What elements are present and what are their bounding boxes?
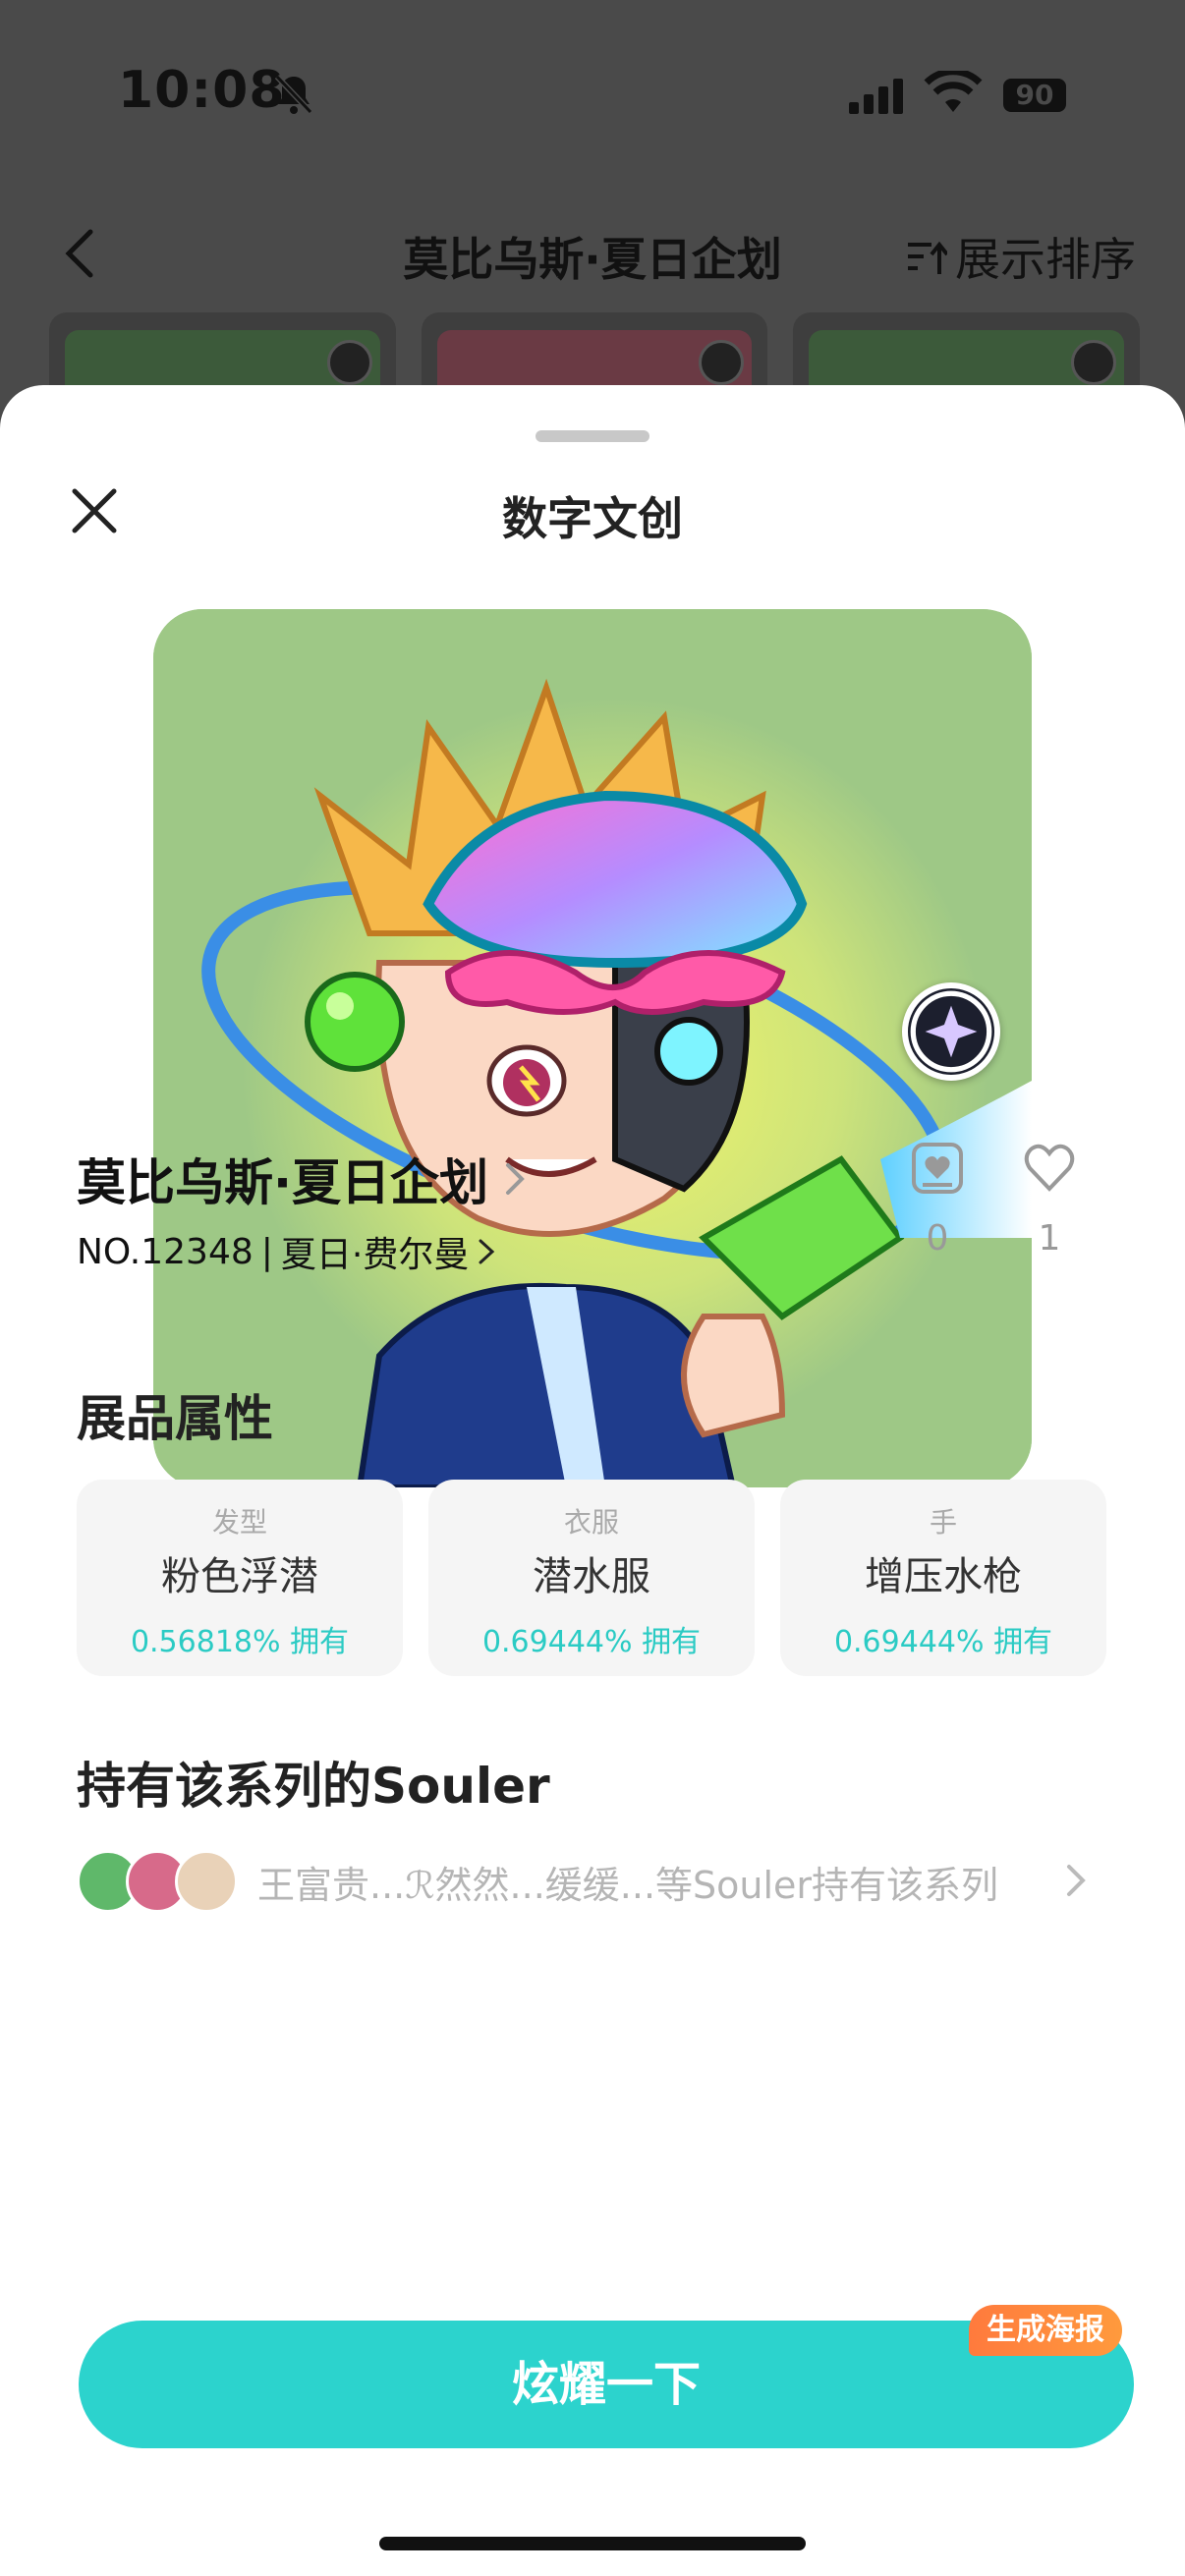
holder-avatars (77, 1850, 244, 1913)
attribute-owned: 拥有 (642, 1625, 702, 1659)
attribute-name: 手 (929, 1506, 957, 1539)
wifi-icon (924, 71, 983, 112)
attribute-name: 衣服 (563, 1506, 619, 1539)
attribute-rate-value: 0.69444% (481, 1625, 633, 1659)
sparkle-badge-icon (902, 982, 1000, 1081)
attribute-card[interactable]: 手 增压水枪 0.69444% 拥有 (780, 1480, 1106, 1676)
generate-poster-badge[interactable]: 生成海报 (969, 2305, 1122, 2356)
sort-button[interactable]: 展示排序 (906, 224, 1136, 289)
attribute-rate: 0.56818% 拥有 (77, 1617, 403, 1660)
collect-stat[interactable]: 0 (898, 1140, 977, 1259)
nav-bar: 莫比乌斯·夏日企划 展示排序 (0, 206, 1185, 295)
item-edition: 夏日·费尔曼 (280, 1235, 470, 1275)
sort-label: 展示排序 (955, 233, 1136, 286)
status-bar: 10:08 90 (0, 0, 1185, 187)
item-number: NO.12348 (77, 1231, 254, 1272)
item-title: 莫比乌斯·夏日企划 (77, 1154, 488, 1211)
status-time: 10:08 (118, 61, 286, 120)
battery-level: 90 (1003, 79, 1066, 112)
attribute-name: 发型 (211, 1506, 267, 1539)
attribute-rate-value: 0.69444% (833, 1625, 985, 1659)
background-page: 10:08 90 莫比乌斯·夏日企划 展示排序 (0, 0, 1185, 419)
avatar (175, 1850, 238, 1913)
sheet-title: 数字文创 (502, 492, 683, 545)
like-count: 1 (1038, 1218, 1061, 1259)
chevron-right-icon (479, 1239, 495, 1264)
eye-icon (326, 340, 372, 385)
attributes-list: 发型 粉色浮潜 0.56818% 拥有 衣服 潜水服 0.69444% 拥有 手… (77, 1480, 1108, 1676)
attribute-card[interactable]: 衣服 潜水服 0.69444% 拥有 (428, 1480, 755, 1676)
collect-count: 0 (926, 1218, 949, 1259)
attribute-value: 潜水服 (533, 1554, 650, 1599)
bell-slash-icon (274, 74, 313, 115)
attribute-value: 增压水枪 (865, 1554, 1022, 1599)
artwork-image[interactable] (153, 609, 1032, 1487)
like-stat[interactable]: 1 (1010, 1140, 1089, 1259)
attribute-owned: 拥有 (290, 1625, 350, 1659)
attribute-rate: 0.69444% 拥有 (780, 1617, 1106, 1660)
attribute-card[interactable]: 发型 粉色浮潜 0.56818% 拥有 (77, 1480, 403, 1676)
eye-icon (699, 340, 745, 385)
holders-text: 王富贵...ℛ然然...缓缓...等Souler持有该系列 (257, 1863, 999, 1907)
attribute-rate-value: 0.56818% (130, 1625, 281, 1659)
sort-icon (908, 241, 947, 274)
chevron-right-icon (1067, 1865, 1086, 1896)
attributes-title: 展品属性 (77, 1390, 273, 1447)
detail-sheet: 数字文创 莫比乌斯·夏日企划 NO.12348 | 夏日·费尔曼 0 1 展品属… (0, 385, 1185, 2576)
holders-row[interactable]: 王富贵...ℛ然然...缓缓...等Souler持有该系列 (77, 1847, 1108, 1916)
sheet-grabber[interactable] (536, 430, 649, 442)
attribute-owned: 拥有 (993, 1625, 1053, 1659)
chevron-right-icon (506, 1163, 525, 1195)
signal-icon (849, 79, 903, 114)
home-indicator (379, 2537, 806, 2550)
item-title-row[interactable]: 莫比乌斯·夏日企划 (77, 1144, 528, 1214)
eye-icon (1071, 340, 1117, 385)
separator: | (260, 1231, 273, 1272)
heart-icon (1024, 1144, 1075, 1192)
collect-icon (912, 1143, 963, 1194)
item-subtitle-row[interactable]: NO.12348 | 夏日·费尔曼 (77, 1226, 496, 1277)
attribute-rate: 0.69444% 拥有 (428, 1617, 755, 1660)
holders-title: 持有该系列的Souler (77, 1758, 550, 1815)
attribute-value: 粉色浮潜 (161, 1554, 318, 1599)
